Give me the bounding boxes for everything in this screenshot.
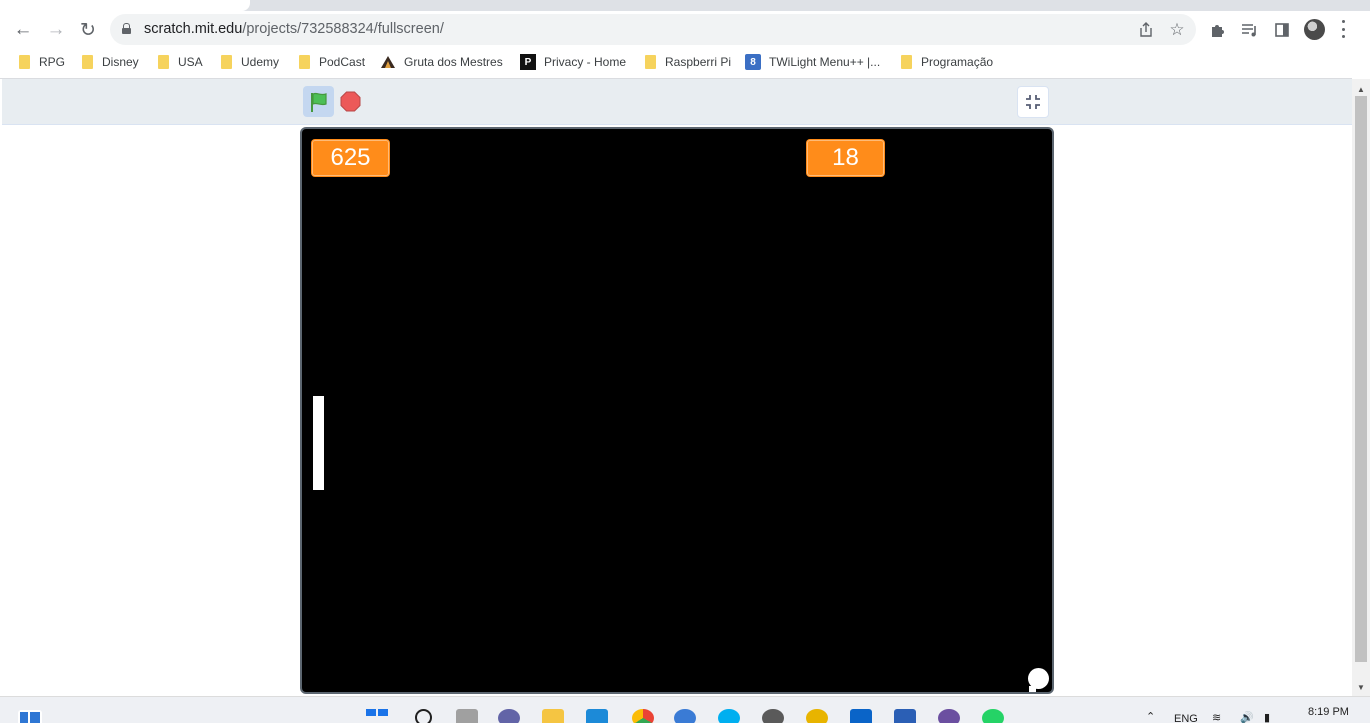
p-favicon-icon: P — [520, 54, 536, 70]
folder-icon — [19, 55, 30, 69]
tray-chevron-icon[interactable]: ⌃ — [1146, 710, 1155, 723]
green-flag-button[interactable] — [303, 86, 334, 117]
back-arrow-icon[interactable]: ← — [11, 18, 35, 42]
bookmark-label: TWiLight Menu++ |... — [769, 55, 881, 69]
exit-fullscreen-button[interactable] — [1017, 86, 1049, 118]
bookmark-star-icon[interactable]: ☆ — [1166, 19, 1188, 41]
url-path: /projects/732588324/fullscreen/ — [242, 21, 444, 37]
file-explorer-icon[interactable] — [542, 709, 564, 723]
bookmark-twilight[interactable]: 8 TWiLight Menu++ |... — [745, 52, 880, 72]
folder-icon — [82, 55, 93, 69]
volume-icon[interactable]: 🔊 — [1240, 711, 1254, 723]
share-icon[interactable] — [1135, 19, 1157, 41]
more-menu-icon[interactable] — [1340, 20, 1346, 38]
bookmark-disney[interactable]: Disney — [82, 52, 139, 72]
profile-avatar[interactable] — [1304, 19, 1325, 40]
stop-sign-icon — [340, 91, 361, 112]
scroll-thumb[interactable] — [1355, 96, 1367, 662]
twilight-favicon-icon: 8 — [745, 54, 761, 70]
bookmark-privacy[interactable]: P Privacy - Home — [520, 52, 626, 72]
forward-arrow-icon[interactable]: → — [44, 18, 68, 42]
folder-icon — [645, 55, 656, 69]
folder-icon — [221, 55, 232, 69]
search-icon[interactable] — [414, 709, 436, 723]
task-view-icon[interactable] — [456, 709, 478, 723]
bookmark-label: RPG — [39, 55, 66, 69]
url-text[interactable]: scratch.mit.edu/projects/732588324/fulls… — [144, 21, 444, 37]
bookmark-programacao[interactable]: Programação — [901, 52, 993, 72]
scroll-down-arrow-icon[interactable]: ▼ — [1352, 679, 1370, 695]
tab-strip — [0, 0, 1370, 11]
player-controls-bar — [2, 79, 1352, 125]
bookmark-udemy[interactable]: Udemy — [221, 52, 279, 72]
edge-icon[interactable] — [674, 709, 696, 723]
outlook-icon[interactable] — [850, 709, 872, 723]
chrome-icon[interactable] — [632, 709, 654, 723]
clock-time[interactable]: 8:19 PM — [1308, 706, 1349, 718]
extensions-puzzle-icon[interactable] — [1206, 18, 1230, 42]
bookmark-label: Raspberri Pi — [665, 55, 732, 69]
bookmark-label: Privacy - Home — [544, 55, 627, 69]
bookmark-podcast[interactable]: PodCast — [299, 52, 365, 72]
teams-chat-icon[interactable] — [498, 709, 520, 723]
store-icon[interactable] — [586, 709, 608, 723]
bookmark-label: Udemy — [241, 55, 280, 69]
media-queue-icon[interactable] — [1238, 18, 1262, 42]
gruta-favicon-icon — [380, 54, 396, 70]
player-paddle — [313, 396, 324, 490]
wifi-icon[interactable]: ≋ — [1212, 711, 1221, 723]
stop-button[interactable] — [340, 91, 361, 112]
score-right-badge: 18 — [806, 139, 885, 177]
game-stage[interactable]: 625 18 — [300, 127, 1054, 694]
bookmark-label: Disney — [102, 55, 139, 69]
address-bar[interactable]: scratch.mit.edu/projects/732588324/fulls… — [110, 14, 1196, 45]
url-host: scratch.mit.edu — [144, 21, 243, 37]
bookmark-label: Programação — [921, 55, 994, 69]
bookmark-rpg[interactable]: RPG — [19, 52, 65, 72]
bookmark-label: Gruta dos Mestres — [404, 55, 503, 69]
active-tab[interactable] — [0, 0, 250, 11]
folder-icon — [158, 55, 169, 69]
bookmark-usa[interactable]: USA — [158, 52, 203, 72]
unfullscreen-icon — [1026, 95, 1040, 109]
whatsapp-icon[interactable] — [982, 709, 1004, 723]
folder-icon — [901, 55, 912, 69]
bookmarks-bar: RPG Disney USA Udemy PodCast Gruta dos M… — [0, 48, 1370, 75]
start-windows-icon[interactable] — [366, 709, 388, 723]
browser-toolbar: ← → ↻ scratch.mit.edu/projects/732588324… — [0, 11, 1370, 48]
folder-icon — [299, 55, 310, 69]
reload-icon[interactable]: ↻ — [76, 18, 100, 42]
bookmark-label: PodCast — [319, 55, 366, 69]
app-blue-icon[interactable] — [894, 709, 916, 723]
battery-icon[interactable]: ▮ — [1264, 711, 1270, 723]
app-icon[interactable] — [806, 709, 828, 723]
bookmark-gruta[interactable]: Gruta dos Mestres — [380, 52, 503, 72]
game-ball-tail — [1029, 686, 1036, 692]
bookmark-label: USA — [178, 55, 203, 69]
lock-icon[interactable] — [122, 23, 131, 34]
scroll-up-arrow-icon[interactable]: ▲ — [1352, 81, 1370, 97]
eclipse-icon[interactable] — [938, 709, 960, 723]
side-panel-icon[interactable] — [1270, 18, 1294, 42]
widgets-icon[interactable] — [18, 710, 42, 723]
settings-gear-icon[interactable] — [762, 709, 784, 723]
green-flag-icon — [310, 92, 327, 112]
page-scrollbar[interactable]: ▲ ▼ — [1352, 79, 1370, 696]
skype-icon[interactable] — [718, 709, 740, 723]
bookmark-raspberri[interactable]: Raspberri Pi — [645, 52, 731, 72]
os-taskbar: ⌃ ENG ≋ 🔊 ▮ 8:19 PM — [0, 696, 1370, 723]
score-left-badge: 625 — [311, 139, 390, 177]
